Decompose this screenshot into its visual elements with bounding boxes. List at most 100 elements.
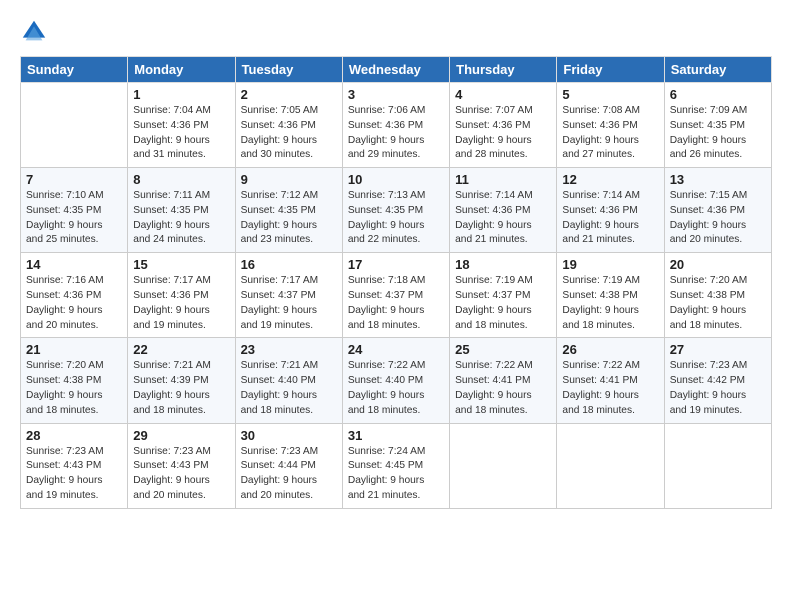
cell-content: Sunrise: 7:22 AM Sunset: 4:40 PM Dayligh… [348,359,444,418]
cell-content: Sunrise: 7:19 AM Sunset: 4:37 PM Dayligh… [455,274,551,333]
calendar-cell: 14 Sunrise: 7:16 AM Sunset: 4:36 PM Dayli… [21,253,128,338]
cell-content: Sunrise: 7:23 AM Sunset: 4:43 PM Dayligh… [26,445,122,504]
calendar-cell: 5 Sunrise: 7:08 AM Sunset: 4:36 PM Daylig… [557,83,664,168]
calendar-cell: 16 Sunrise: 7:17 AM Sunset: 4:37 PM Dayli… [235,253,342,338]
calendar-cell: 30Sunrise: 7:23 AM Sunset: 4:44 PM Dayli… [235,423,342,508]
calendar-week-3: 21 Sunrise: 7:20 AM Sunset: 4:38 PM Dayli… [21,338,772,423]
cell-content: Sunrise: 7:18 AM Sunset: 4:37 PM Dayligh… [348,274,444,333]
day-number: 8 [133,172,229,187]
day-number: 23 [241,342,337,357]
day-number: 7 [26,172,122,187]
logo-icon [20,18,48,46]
cell-content: Sunrise: 7:20 AM Sunset: 4:38 PM Dayligh… [670,274,766,333]
calendar-cell: 23 Sunrise: 7:21 AM Sunset: 4:40 PM Dayli… [235,338,342,423]
day-number: 19 [562,257,658,272]
day-number: 26 [562,342,658,357]
cell-content: Sunrise: 7:19 AM Sunset: 4:38 PM Dayligh… [562,274,658,333]
page: SundayMondayTuesdayWednesdayThursdayFrid… [0,0,792,612]
day-number: 24 [348,342,444,357]
day-number: 5 [562,87,658,102]
cell-content: Sunrise: 7:23 AM Sunset: 4:42 PM Dayligh… [670,359,766,418]
calendar-cell: 21 Sunrise: 7:20 AM Sunset: 4:38 PM Dayli… [21,338,128,423]
day-number: 22 [133,342,229,357]
day-number: 17 [348,257,444,272]
calendar-cell: 28 Sunrise: 7:23 AM Sunset: 4:43 PM Dayli… [21,423,128,508]
calendar-week-2: 14 Sunrise: 7:16 AM Sunset: 4:36 PM Dayli… [21,253,772,338]
cell-content: Sunrise: 7:04 AM Sunset: 4:36 PM Dayligh… [133,104,229,163]
calendar: SundayMondayTuesdayWednesdayThursdayFrid… [20,56,772,509]
cell-content: Sunrise: 7:08 AM Sunset: 4:36 PM Dayligh… [562,104,658,163]
cell-content: Sunrise: 7:07 AM Sunset: 4:36 PM Dayligh… [455,104,551,163]
day-number: 29 [133,428,229,443]
calendar-week-1: 7 Sunrise: 7:10 AM Sunset: 4:35 PM Daylig… [21,168,772,253]
cell-content: Sunrise: 7:17 AM Sunset: 4:36 PM Dayligh… [133,274,229,333]
day-number: 16 [241,257,337,272]
calendar-cell: 9 Sunrise: 7:12 AM Sunset: 4:35 PM Daylig… [235,168,342,253]
day-number: 12 [562,172,658,187]
calendar-cell: 4 Sunrise: 7:07 AM Sunset: 4:36 PM Daylig… [450,83,557,168]
cell-content: Sunrise: 7:22 AM Sunset: 4:41 PM Dayligh… [562,359,658,418]
calendar-header-sunday: Sunday [21,57,128,83]
day-number: 20 [670,257,766,272]
day-number: 21 [26,342,122,357]
calendar-cell: 17 Sunrise: 7:18 AM Sunset: 4:37 PM Dayli… [342,253,449,338]
calendar-header-thursday: Thursday [450,57,557,83]
cell-content: Sunrise: 7:24 AM Sunset: 4:45 PM Dayligh… [348,445,444,504]
calendar-cell: 25 Sunrise: 7:22 AM Sunset: 4:41 PM Dayli… [450,338,557,423]
cell-content: Sunrise: 7:15 AM Sunset: 4:36 PM Dayligh… [670,189,766,248]
calendar-cell: 20 Sunrise: 7:20 AM Sunset: 4:38 PM Dayli… [664,253,771,338]
calendar-cell [664,423,771,508]
calendar-cell: 18 Sunrise: 7:19 AM Sunset: 4:37 PM Dayli… [450,253,557,338]
calendar-cell: 24 Sunrise: 7:22 AM Sunset: 4:40 PM Dayli… [342,338,449,423]
day-number: 2 [241,87,337,102]
cell-content: Sunrise: 7:12 AM Sunset: 4:35 PM Dayligh… [241,189,337,248]
calendar-cell: 15 Sunrise: 7:17 AM Sunset: 4:36 PM Dayli… [128,253,235,338]
cell-content: Sunrise: 7:10 AM Sunset: 4:35 PM Dayligh… [26,189,122,248]
day-number: 14 [26,257,122,272]
day-number: 27 [670,342,766,357]
day-number: 1 [133,87,229,102]
calendar-cell: 19 Sunrise: 7:19 AM Sunset: 4:38 PM Dayli… [557,253,664,338]
day-number: 9 [241,172,337,187]
cell-content: Sunrise: 7:23 AM Sunset: 4:43 PM Dayligh… [133,445,229,504]
cell-content: Sunrise: 7:17 AM Sunset: 4:37 PM Dayligh… [241,274,337,333]
cell-content: Sunrise: 7:16 AM Sunset: 4:36 PM Dayligh… [26,274,122,333]
calendar-cell: 29 Sunrise: 7:23 AM Sunset: 4:43 PM Dayli… [128,423,235,508]
calendar-cell [450,423,557,508]
calendar-cell: 31 Sunrise: 7:24 AM Sunset: 4:45 PM Dayli… [342,423,449,508]
day-number: 3 [348,87,444,102]
day-number: 28 [26,428,122,443]
calendar-cell: 12Sunrise: 7:14 AM Sunset: 4:36 PM Dayli… [557,168,664,253]
calendar-cell: 11 Sunrise: 7:14 AM Sunset: 4:36 PM Dayli… [450,168,557,253]
calendar-cell: 22Sunrise: 7:21 AM Sunset: 4:39 PM Dayli… [128,338,235,423]
calendar-header-monday: Monday [128,57,235,83]
calendar-cell: 13 Sunrise: 7:15 AM Sunset: 4:36 PM Dayli… [664,168,771,253]
header [20,18,772,46]
calendar-cell: 3Sunrise: 7:06 AM Sunset: 4:36 PM Daylig… [342,83,449,168]
cell-content: Sunrise: 7:22 AM Sunset: 4:41 PM Dayligh… [455,359,551,418]
calendar-cell: 7 Sunrise: 7:10 AM Sunset: 4:35 PM Daylig… [21,168,128,253]
calendar-cell: 6Sunrise: 7:09 AM Sunset: 4:35 PM Daylig… [664,83,771,168]
cell-content: Sunrise: 7:20 AM Sunset: 4:38 PM Dayligh… [26,359,122,418]
calendar-cell: 8Sunrise: 7:11 AM Sunset: 4:35 PM Daylig… [128,168,235,253]
calendar-week-0: 1 Sunrise: 7:04 AM Sunset: 4:36 PM Daylig… [21,83,772,168]
day-number: 25 [455,342,551,357]
day-number: 18 [455,257,551,272]
day-number: 15 [133,257,229,272]
day-number: 6 [670,87,766,102]
calendar-header-saturday: Saturday [664,57,771,83]
calendar-cell [557,423,664,508]
day-number: 11 [455,172,551,187]
calendar-cell: 27 Sunrise: 7:23 AM Sunset: 4:42 PM Dayli… [664,338,771,423]
calendar-header-wednesday: Wednesday [342,57,449,83]
cell-content: Sunrise: 7:14 AM Sunset: 4:36 PM Dayligh… [455,189,551,248]
cell-content: Sunrise: 7:21 AM Sunset: 4:40 PM Dayligh… [241,359,337,418]
day-number: 31 [348,428,444,443]
day-number: 13 [670,172,766,187]
day-number: 4 [455,87,551,102]
calendar-cell: 1 Sunrise: 7:04 AM Sunset: 4:36 PM Daylig… [128,83,235,168]
calendar-cell: 2Sunrise: 7:05 AM Sunset: 4:36 PM Daylig… [235,83,342,168]
calendar-week-4: 28 Sunrise: 7:23 AM Sunset: 4:43 PM Dayli… [21,423,772,508]
calendar-cell: 10Sunrise: 7:13 AM Sunset: 4:35 PM Dayli… [342,168,449,253]
day-number: 10 [348,172,444,187]
